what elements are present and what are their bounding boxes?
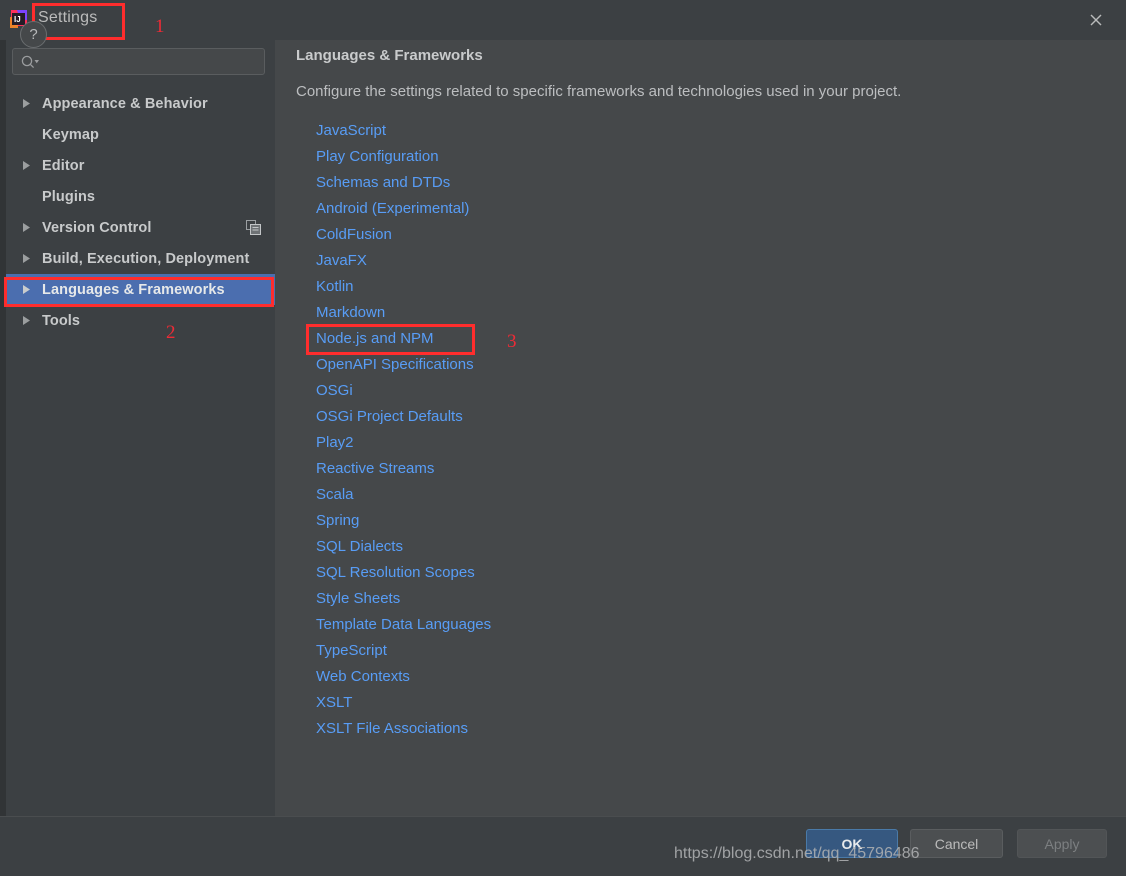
- cancel-button[interactable]: Cancel: [910, 829, 1003, 858]
- chevron-right-icon[interactable]: [20, 314, 34, 328]
- chevron-right-icon[interactable]: [20, 252, 34, 266]
- link-label: Web Contexts: [316, 667, 410, 685]
- link-node-js-and-npm[interactable]: Node.js and NPM: [316, 325, 491, 351]
- link-label: Style Sheets: [316, 589, 401, 607]
- link-label: XSLT: [316, 693, 353, 711]
- sidebar-item-version-control[interactable]: Version Control: [6, 212, 275, 243]
- watermark: https://blog.csdn.net/qq_45796486: [674, 845, 920, 862]
- settings-dialog: IJ Settings 1 Appearance & Behavior Keym…: [0, 0, 1126, 876]
- link-label: SQL Dialects: [316, 537, 403, 555]
- search-box[interactable]: [12, 48, 265, 75]
- chevron-right-icon[interactable]: [20, 221, 34, 235]
- copy-icon[interactable]: [246, 220, 261, 235]
- sidebar-item-plugins[interactable]: Plugins: [6, 181, 275, 212]
- link-scala[interactable]: Scala: [316, 481, 491, 507]
- link-xslt-file-associations[interactable]: XSLT File Associations: [316, 715, 491, 741]
- chevron-right-icon[interactable]: [20, 97, 34, 111]
- link-label: Android (Experimental): [316, 199, 470, 217]
- sidebar-item-label: Version Control: [42, 219, 152, 236]
- sidebar-item-editor[interactable]: Editor: [6, 150, 275, 181]
- window-title: Settings: [38, 9, 98, 26]
- link-label: OSGi Project Defaults: [316, 407, 463, 425]
- annotation-number-3: 3: [507, 331, 517, 352]
- link-coldfusion[interactable]: ColdFusion: [316, 221, 491, 247]
- sidebar-item-label: Editor: [42, 157, 85, 174]
- link-label: Spring: [316, 511, 360, 529]
- sidebar-item-label: Plugins: [42, 188, 96, 205]
- link-osgi-project-defaults[interactable]: OSGi Project Defaults: [316, 403, 491, 429]
- subsection-link-list: JavaScript Play Configuration Schemas an…: [316, 117, 491, 741]
- chevron-right-icon[interactable]: [20, 283, 34, 297]
- annotation-number-2: 2: [166, 322, 176, 343]
- title-bar: IJ Settings: [0, 0, 1126, 40]
- link-template-data-languages[interactable]: Template Data Languages: [316, 611, 491, 637]
- link-label: JavaScript: [316, 121, 387, 139]
- page-description: Configure the settings related to specif…: [296, 83, 902, 100]
- link-xslt[interactable]: XSLT: [316, 689, 491, 715]
- link-label: Reactive Streams: [316, 459, 435, 477]
- link-openapi-specifications[interactable]: OpenAPI Specifications: [316, 351, 491, 377]
- settings-sidebar: Appearance & Behavior Keymap Editor Plug…: [6, 40, 275, 816]
- sidebar-item-keymap[interactable]: Keymap: [6, 119, 275, 150]
- link-kotlin[interactable]: Kotlin: [316, 273, 491, 299]
- search-input[interactable]: [43, 52, 258, 72]
- link-javascript[interactable]: JavaScript: [316, 117, 491, 143]
- link-label: OpenAPI Specifications: [316, 355, 474, 373]
- link-play-configuration[interactable]: Play Configuration: [316, 143, 491, 169]
- link-typescript[interactable]: TypeScript: [316, 637, 491, 663]
- apply-button: Apply: [1017, 829, 1107, 858]
- link-osgi[interactable]: OSGi: [316, 377, 491, 403]
- link-label: Scala: [316, 485, 354, 503]
- link-label: Play Configuration: [316, 147, 439, 165]
- link-label: TypeScript: [316, 641, 387, 659]
- chevron-right-icon[interactable]: [20, 159, 34, 173]
- sidebar-item-languages-and-frameworks[interactable]: Languages & Frameworks: [6, 274, 275, 305]
- link-web-contexts[interactable]: Web Contexts: [316, 663, 491, 689]
- link-label: SQL Resolution Scopes: [316, 563, 475, 581]
- page-title: Languages & Frameworks: [296, 47, 483, 64]
- sidebar-item-appearance-and-behavior[interactable]: Appearance & Behavior: [6, 88, 275, 119]
- link-label: ColdFusion: [316, 225, 392, 243]
- sidebar-item-build-execution-deployment[interactable]: Build, Execution, Deployment: [6, 243, 275, 274]
- link-markdown[interactable]: Markdown: [316, 299, 491, 325]
- settings-tree: Appearance & Behavior Keymap Editor Plug…: [6, 88, 275, 336]
- link-javafx[interactable]: JavaFX: [316, 247, 491, 273]
- sidebar-item-label: Build, Execution, Deployment: [42, 250, 250, 267]
- link-label: Node.js and NPM: [316, 329, 434, 347]
- link-android-experimental[interactable]: Android (Experimental): [316, 195, 491, 221]
- sidebar-item-label: Tools: [42, 312, 81, 329]
- svg-text:IJ: IJ: [14, 15, 21, 24]
- link-label: OSGi: [316, 381, 353, 399]
- link-play2[interactable]: Play2: [316, 429, 491, 455]
- settings-content-pane: Languages & Frameworks Configure the set…: [275, 40, 1126, 816]
- sidebar-item-label: Languages & Frameworks: [42, 281, 225, 298]
- link-sql-resolution-scopes[interactable]: SQL Resolution Scopes: [316, 559, 491, 585]
- link-sql-dialects[interactable]: SQL Dialects: [316, 533, 491, 559]
- search-icon: [20, 54, 40, 70]
- close-icon[interactable]: [1082, 6, 1110, 34]
- link-label: Schemas and DTDs: [316, 173, 451, 191]
- link-label: Play2: [316, 433, 354, 451]
- link-label: Kotlin: [316, 277, 354, 295]
- link-label: Markdown: [316, 303, 386, 321]
- sidebar-item-label: Keymap: [42, 126, 100, 143]
- help-button[interactable]: ?: [20, 21, 47, 48]
- annotation-number-1: 1: [155, 16, 165, 37]
- sidebar-item-label: Appearance & Behavior: [42, 95, 208, 112]
- link-style-sheets[interactable]: Style Sheets: [316, 585, 491, 611]
- sidebar-item-tools[interactable]: Tools: [6, 305, 275, 336]
- link-label: XSLT File Associations: [316, 719, 469, 737]
- link-schemas-and-dtds[interactable]: Schemas and DTDs: [316, 169, 491, 195]
- link-label: JavaFX: [316, 251, 367, 269]
- link-label: Template Data Languages: [316, 615, 492, 633]
- link-reactive-streams[interactable]: Reactive Streams: [316, 455, 491, 481]
- link-spring[interactable]: Spring: [316, 507, 491, 533]
